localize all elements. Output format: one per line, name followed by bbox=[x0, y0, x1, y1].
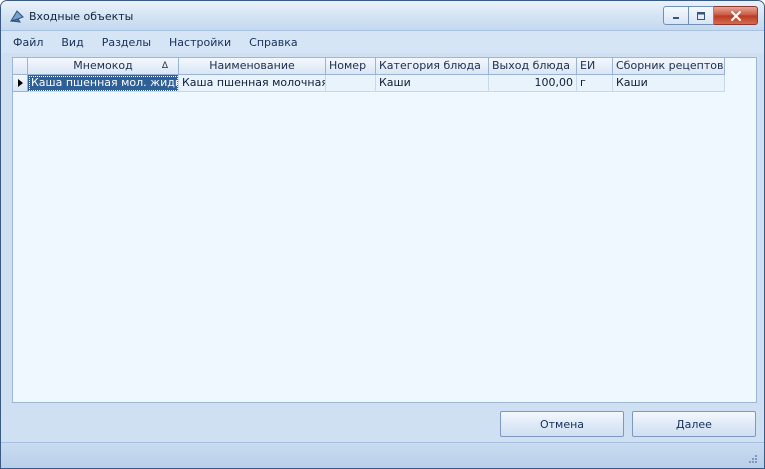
window-title: Входные объекты bbox=[29, 10, 134, 23]
column-header-label: Наименование bbox=[209, 59, 295, 72]
column-header-dish-yield[interactable]: Выход блюда bbox=[489, 58, 577, 75]
column-header-label: Номер bbox=[329, 59, 367, 72]
close-icon bbox=[730, 10, 741, 21]
menu-file[interactable]: Файл bbox=[13, 36, 43, 49]
column-header-recipe-collection[interactable]: Сборник рецептов bbox=[613, 58, 725, 75]
cancel-button[interactable]: Отмена bbox=[500, 411, 624, 437]
minimize-button[interactable] bbox=[663, 6, 689, 25]
column-header-name[interactable]: Наименование bbox=[179, 58, 326, 75]
next-button[interactable]: Далее bbox=[632, 411, 756, 437]
menu-settings[interactable]: Настройки bbox=[169, 36, 231, 49]
sort-ascending-icon: Δ bbox=[161, 61, 168, 71]
title-bar[interactable]: Входные объекты bbox=[1, 1, 764, 31]
column-header-dish-category[interactable]: Категория блюда bbox=[376, 58, 489, 75]
cell-mnemocode[interactable]: Каша пшенная мол. жидк. bbox=[28, 75, 179, 92]
column-header-label: Мнемокод bbox=[73, 59, 133, 72]
current-row-arrow-icon bbox=[18, 79, 23, 87]
cell-name[interactable]: Каша пшенная молочная ... bbox=[179, 75, 326, 92]
menu-help[interactable]: Справка bbox=[249, 36, 297, 49]
window-controls bbox=[663, 6, 758, 25]
main-window: Входные объекты Файл Вид Разделы Настрой… bbox=[0, 0, 765, 469]
minimize-icon bbox=[673, 16, 679, 19]
column-header-label: ЕИ bbox=[580, 59, 596, 72]
menu-sections[interactable]: Разделы bbox=[102, 36, 151, 49]
header-corner bbox=[13, 58, 28, 75]
status-bar bbox=[1, 442, 764, 468]
column-header-label: Категория блюда bbox=[379, 59, 481, 72]
column-header-number[interactable]: Номер bbox=[326, 58, 376, 75]
app-icon bbox=[9, 10, 24, 23]
column-header-label: Сборник рецептов bbox=[616, 59, 724, 72]
column-header-unit[interactable]: ЕИ bbox=[577, 58, 613, 75]
row-indicator[interactable] bbox=[13, 75, 28, 92]
maximize-button[interactable] bbox=[689, 6, 714, 25]
cell-recipe-collection[interactable]: Каши bbox=[613, 75, 725, 92]
resize-grip-icon[interactable] bbox=[748, 454, 758, 464]
cell-dish-category[interactable]: Каши bbox=[376, 75, 489, 92]
data-grid[interactable]: Мнемокод Δ Наименование Номер Категория … bbox=[12, 57, 757, 403]
cell-unit[interactable]: г bbox=[577, 75, 613, 92]
close-button[interactable] bbox=[714, 6, 758, 25]
column-header-label: Выход блюда bbox=[492, 59, 570, 72]
maximize-icon bbox=[697, 11, 705, 20]
menu-bar: Файл Вид Разделы Настройки Справка bbox=[1, 31, 764, 53]
menu-view[interactable]: Вид bbox=[61, 36, 83, 49]
cell-dish-yield[interactable]: 100,00 bbox=[489, 75, 577, 92]
column-header-mnemocode[interactable]: Мнемокод Δ bbox=[28, 58, 179, 75]
cell-number[interactable] bbox=[326, 75, 376, 92]
